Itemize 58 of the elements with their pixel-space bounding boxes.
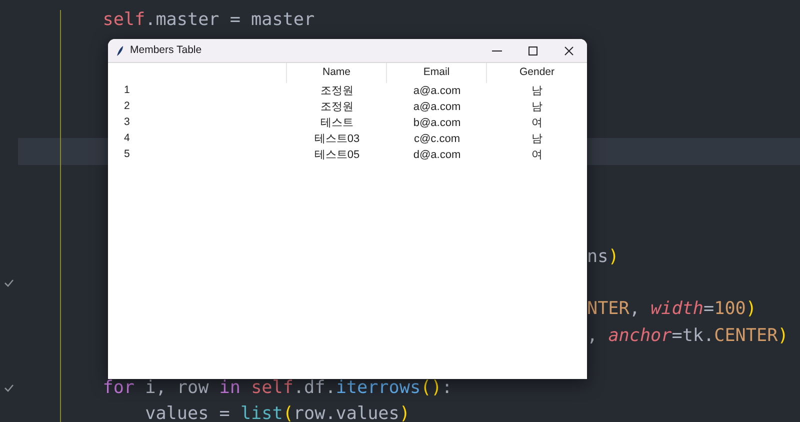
code-token: .df.: [293, 377, 336, 400]
code-token: .master = master: [145, 8, 315, 32]
column-header[interactable]: Name: [287, 63, 387, 83]
close-icon: [564, 46, 574, 56]
code-token: i, row: [144, 377, 210, 400]
table-cell-text: a@a.com: [413, 84, 461, 99]
code-token: =: [704, 298, 714, 322]
code-token: ,: [629, 298, 641, 322]
code-token: ): [746, 298, 756, 322]
column-header[interactable]: Email: [387, 63, 487, 83]
row-index: 5: [124, 148, 130, 160]
table-cell-text: b@a.com: [413, 116, 461, 131]
code-token: self: [102, 8, 146, 32]
table-cell-text: 남: [532, 100, 542, 115]
code-token: (: [282, 403, 294, 422]
minimize-icon: [492, 50, 502, 52]
column-header[interactable]: Gender: [487, 63, 587, 83]
table-cell-text: 조정원: [320, 100, 354, 115]
row-index: 2: [124, 100, 130, 112]
row-index: 4: [124, 132, 130, 144]
code-token: NTER: [587, 298, 630, 322]
table-cell-text: 테스트: [320, 116, 354, 131]
code-token: ): [778, 324, 788, 348]
table-cell-text: 테스트03: [314, 132, 360, 147]
code-token: ): [399, 403, 410, 422]
code-token: width: [650, 298, 704, 322]
code-token: row.values: [293, 403, 400, 422]
code-token: =tk.: [672, 324, 714, 348]
check-icon: [4, 384, 14, 392]
table-cell-text: 조정원: [320, 84, 354, 99]
code-token: list: [240, 403, 283, 422]
table-cell-text: 여: [532, 116, 542, 131]
code-token: ns: [587, 246, 608, 269]
code-token: anchor: [608, 324, 672, 348]
code-token: for: [102, 377, 135, 400]
row-index: 3: [124, 116, 130, 128]
code-token: CENTER: [714, 324, 778, 348]
table-cell-text: d@a.com: [413, 148, 461, 163]
window-title: Members Table: [130, 42, 202, 58]
code-token: in: [219, 377, 242, 400]
code-token: ,: [587, 324, 599, 348]
code-token: ): [608, 246, 619, 269]
row-index: 1: [124, 84, 130, 96]
table-cell-text: c@c.com: [414, 132, 460, 147]
code-token: iterrows: [336, 377, 421, 400]
code-token: (): [420, 377, 442, 400]
feather-icon: [116, 44, 124, 56]
table-cell-text: a@a.com: [413, 100, 461, 115]
maximize-icon: [528, 46, 538, 56]
code-token: :: [442, 377, 452, 400]
table-cell-text: 남: [532, 84, 542, 99]
code-token: 100: [714, 298, 746, 322]
code-token: self: [251, 377, 294, 400]
table-cell-text: 여: [532, 148, 542, 163]
table-cell-text: 남: [532, 132, 542, 147]
code-token: values =: [144, 403, 231, 422]
check-icon: [4, 279, 14, 288]
table-cell-text: 테스트05: [314, 148, 360, 163]
